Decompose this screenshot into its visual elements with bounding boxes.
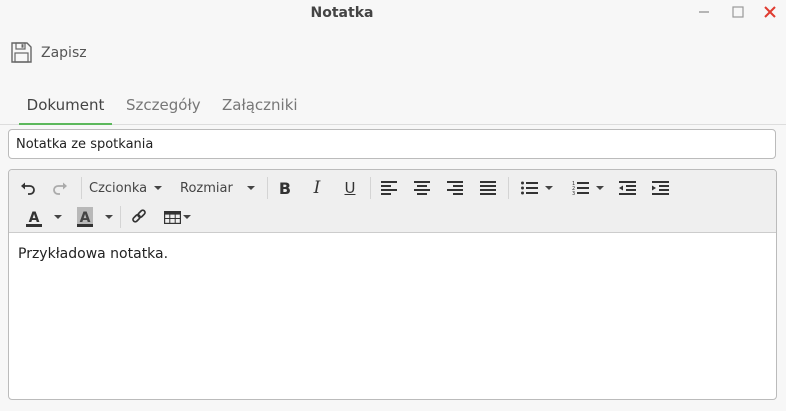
minimize-icon (699, 11, 709, 13)
chevron-down-icon (154, 186, 163, 190)
font-family-dropdown[interactable]: Czcionka (89, 176, 163, 200)
chevron-down-icon (105, 215, 113, 219)
align-center-icon (414, 181, 430, 195)
insert-table-button[interactable] (161, 205, 193, 229)
undo-icon (21, 182, 35, 195)
font-size-dropdown[interactable]: Rozmiar (180, 176, 255, 200)
maximize-button[interactable] (726, 2, 750, 22)
background-color-button[interactable]: A (73, 205, 117, 229)
text-color-button[interactable]: A (21, 205, 67, 229)
tab-bar: Dokument Szczegóły Załączniki (0, 90, 786, 125)
tab-dokument[interactable]: Dokument (19, 96, 112, 125)
indent-button[interactable] (649, 176, 671, 200)
toolbar-separator (81, 177, 82, 199)
background-color-swatch (77, 224, 93, 227)
font-family-label: Czcionka (89, 180, 148, 196)
toolbar-separator (508, 177, 509, 199)
align-right-button[interactable] (444, 176, 466, 200)
svg-text:3: 3 (572, 191, 575, 196)
chevron-down-icon (54, 215, 62, 219)
window-title: Notatka (310, 5, 374, 21)
numbered-list-button[interactable]: 123 (569, 176, 607, 200)
align-center-button[interactable] (411, 176, 433, 200)
redo-icon (53, 182, 67, 195)
toolbar-separator (370, 177, 371, 199)
editor-toolbar: Czcionka Rozmiar B I U 1 2 3 A A (9, 170, 776, 233)
tab-szczegoly[interactable]: Szczegóły (126, 96, 201, 123)
bullet-list-button[interactable] (517, 176, 557, 200)
chevron-down-icon (545, 186, 553, 190)
tab-zalaczniki[interactable]: Załączniki (222, 96, 298, 123)
minimize-button[interactable] (692, 2, 716, 22)
align-justify-button[interactable] (477, 176, 499, 200)
background-color-icon: A (77, 207, 93, 227)
bullet-list-icon (521, 181, 538, 195)
save-button[interactable]: Zapisz (10, 41, 87, 64)
outdent-button[interactable] (616, 176, 638, 200)
undo-button[interactable] (17, 176, 39, 200)
editor-content[interactable]: Przykładowa notatka. (18, 246, 168, 262)
chevron-down-icon (596, 186, 604, 190)
save-label: Zapisz (41, 44, 87, 61)
note-title-input[interactable]: Notatka ze spotkania (8, 129, 776, 159)
insert-link-button[interactable] (128, 205, 150, 229)
chevron-down-icon (182, 215, 191, 219)
font-size-label: Rozmiar (180, 180, 233, 196)
align-right-icon (447, 181, 463, 195)
floppy-disk-icon (11, 42, 32, 63)
rich-text-editor: Czcionka Rozmiar B I U 1 2 3 A A Przykła… (8, 169, 777, 400)
maximize-icon (732, 6, 744, 18)
close-icon (764, 6, 776, 18)
toolbar-separator (267, 177, 268, 199)
chevron-down-icon (246, 186, 255, 190)
italic-button[interactable]: I (307, 176, 327, 200)
link-icon (132, 209, 146, 223)
align-left-button[interactable] (378, 176, 400, 200)
toolbar-separator (120, 206, 121, 228)
text-color-swatch (26, 224, 42, 227)
indent-icon (651, 181, 669, 195)
note-window: Notatka Zapisz Dokument Szczegóły Załącz… (0, 0, 786, 411)
underline-button[interactable]: U (340, 176, 360, 200)
align-left-icon (381, 181, 397, 195)
align-justify-icon (480, 181, 496, 195)
table-icon (163, 210, 181, 224)
title-bar: Notatka (0, 0, 786, 28)
text-color-icon: A (26, 207, 42, 227)
close-button[interactable] (758, 2, 782, 22)
main-toolbar: Zapisz (0, 38, 786, 68)
bold-button[interactable]: B (275, 176, 295, 200)
numbered-list-icon: 123 (572, 181, 589, 196)
outdent-icon (618, 181, 636, 195)
redo-button[interactable] (49, 176, 71, 200)
